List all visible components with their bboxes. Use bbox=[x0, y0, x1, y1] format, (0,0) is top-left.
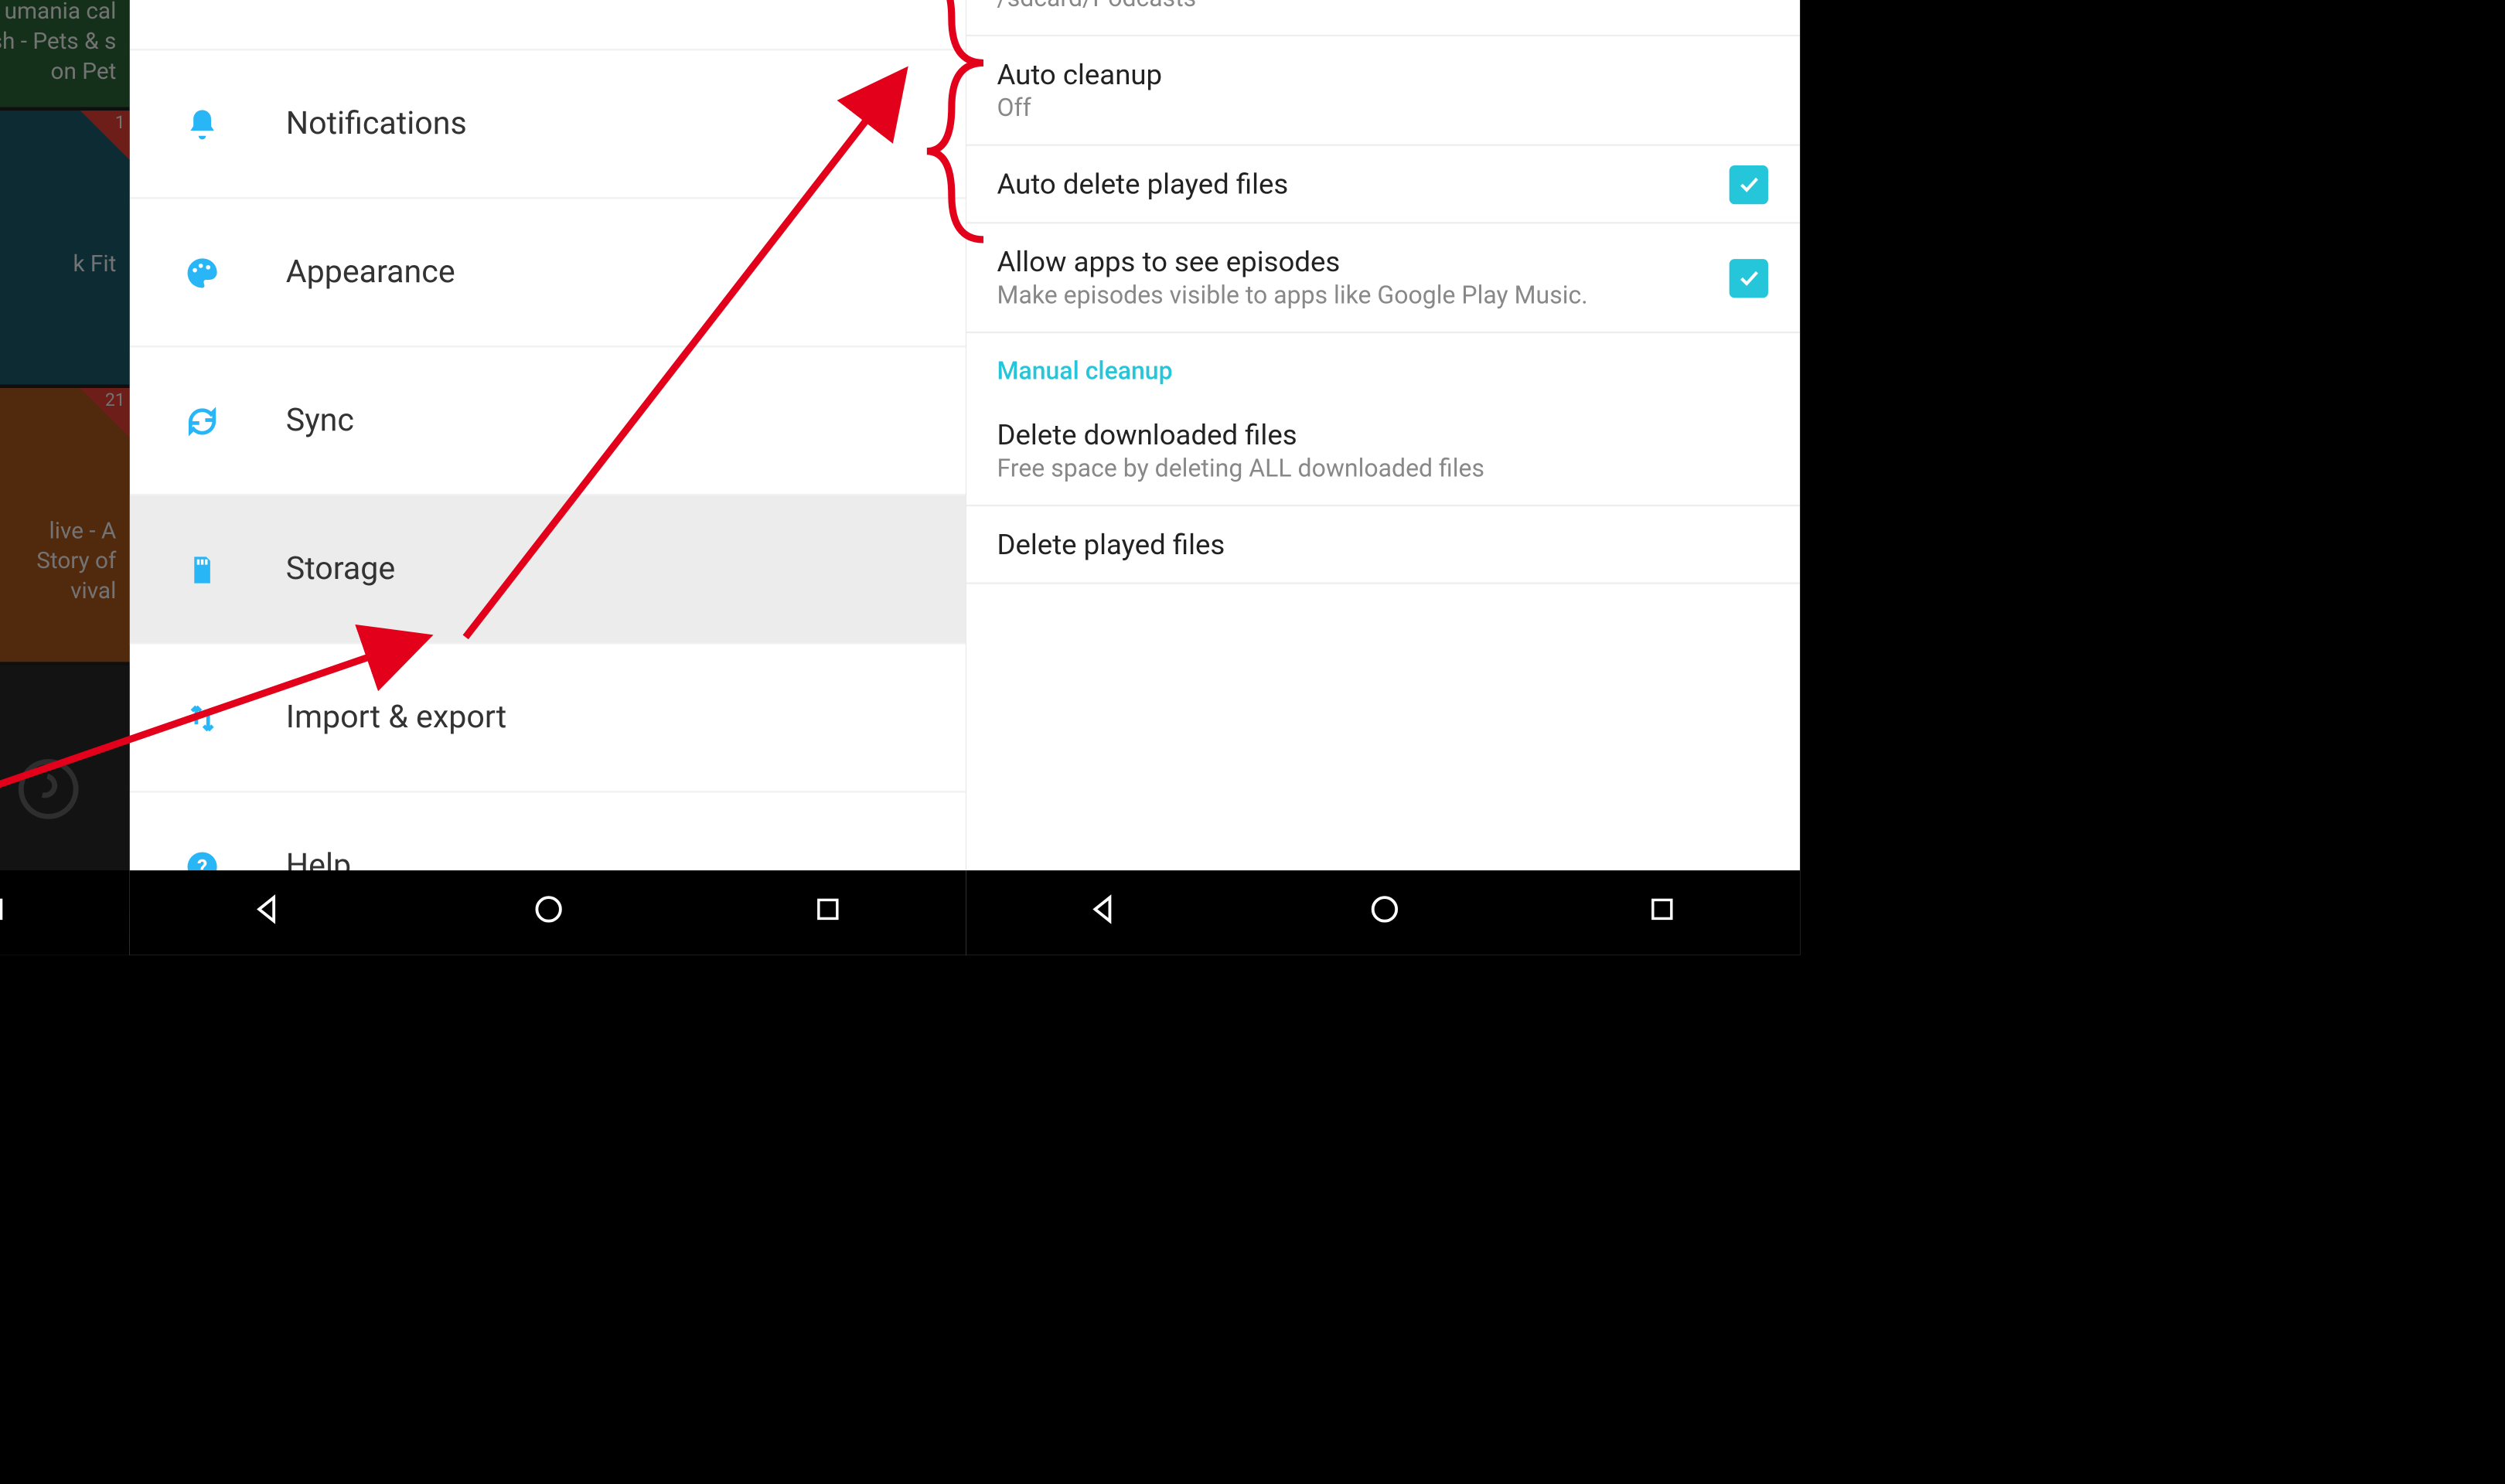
settings-item-sync[interactable]: Sync bbox=[131, 347, 966, 495]
settings-item-label: Notifications bbox=[286, 105, 467, 142]
bell-icon bbox=[172, 106, 233, 141]
palette-icon bbox=[172, 254, 233, 290]
android-nav-bar bbox=[965, 870, 1800, 955]
pref-custom-folder-location[interactable]: Custom folder location/sdcard/Podcasts bbox=[965, 0, 1800, 36]
settings-item-appearance[interactable]: Appearance bbox=[131, 199, 966, 347]
pref-title: Delete played files bbox=[997, 528, 1768, 561]
settings-item-storage[interactable]: Storage bbox=[131, 495, 966, 644]
android-nav-bar bbox=[0, 870, 131, 955]
settings-item-label: Storage bbox=[286, 550, 395, 587]
settings-item-notifications[interactable]: Notifications bbox=[131, 50, 966, 199]
pref-summary: Make episodes visible to apps like Googl… bbox=[997, 282, 1768, 311]
nav-recents-icon[interactable] bbox=[1646, 893, 1678, 932]
sync-icon bbox=[172, 403, 233, 438]
pref-summary: Free space by deleting ALL downloaded fi… bbox=[997, 455, 1768, 484]
settings-item-label: Import & export bbox=[286, 699, 506, 736]
nav-back-icon[interactable] bbox=[1087, 892, 1123, 934]
settings-item-label: Appearance bbox=[286, 254, 455, 291]
sdcard-icon bbox=[172, 551, 233, 587]
nav-home-icon[interactable] bbox=[532, 892, 567, 934]
pref-auto-cleanup[interactable]: Auto cleanup Off bbox=[965, 36, 1800, 146]
checkbox-icon[interactable] bbox=[1730, 165, 1768, 203]
nav-recents-icon[interactable] bbox=[811, 893, 843, 932]
checkbox-icon[interactable] bbox=[1730, 258, 1768, 297]
settings-item-import-export[interactable]: Import & export bbox=[131, 644, 966, 792]
screen-settings-list: SONOS 20:53 Pocket Casts Playback Auto d… bbox=[131, 0, 966, 955]
pref-delete-downloaded-files[interactable]: Delete downloaded files Free space by del… bbox=[965, 397, 1800, 506]
android-nav-bar bbox=[131, 870, 966, 955]
screen-storage-settings: SONOS 20:53 Storage Storage - 4 GB free … bbox=[965, 0, 1800, 955]
pref-summary: /sdcard/Podcasts bbox=[997, 0, 1768, 13]
pref-title: Allow apps to see episodes bbox=[997, 245, 1768, 278]
nav-home-icon[interactable] bbox=[1367, 892, 1402, 934]
pref-allow-apps-to-see-episodes[interactable]: Allow apps to see episodes Make episodes … bbox=[965, 223, 1800, 333]
pref-summary: Off bbox=[997, 95, 1768, 124]
manual-cleanup-section-header: Manual cleanup bbox=[965, 333, 1800, 397]
pref-title: Delete downloaded files bbox=[997, 418, 1768, 451]
pref-title: Auto cleanup bbox=[997, 58, 1768, 91]
nav-back-icon[interactable] bbox=[252, 892, 288, 934]
pref-auto-delete-played-files[interactable]: Auto delete played files bbox=[965, 146, 1800, 224]
transfer-icon bbox=[172, 699, 233, 735]
pref-delete-played-files[interactable]: Delete played files bbox=[965, 506, 1800, 584]
nav-recents-icon[interactable] bbox=[0, 893, 9, 932]
pref-title: Auto delete played files bbox=[997, 167, 1768, 200]
screen-drawer: SONOS 20:53 ⋮ 1 umania cal Fish - Pets &… bbox=[0, 0, 131, 955]
settings-item-auto-download[interactable]: Auto download bbox=[131, 0, 966, 50]
settings-item-label: Sync bbox=[286, 402, 354, 439]
